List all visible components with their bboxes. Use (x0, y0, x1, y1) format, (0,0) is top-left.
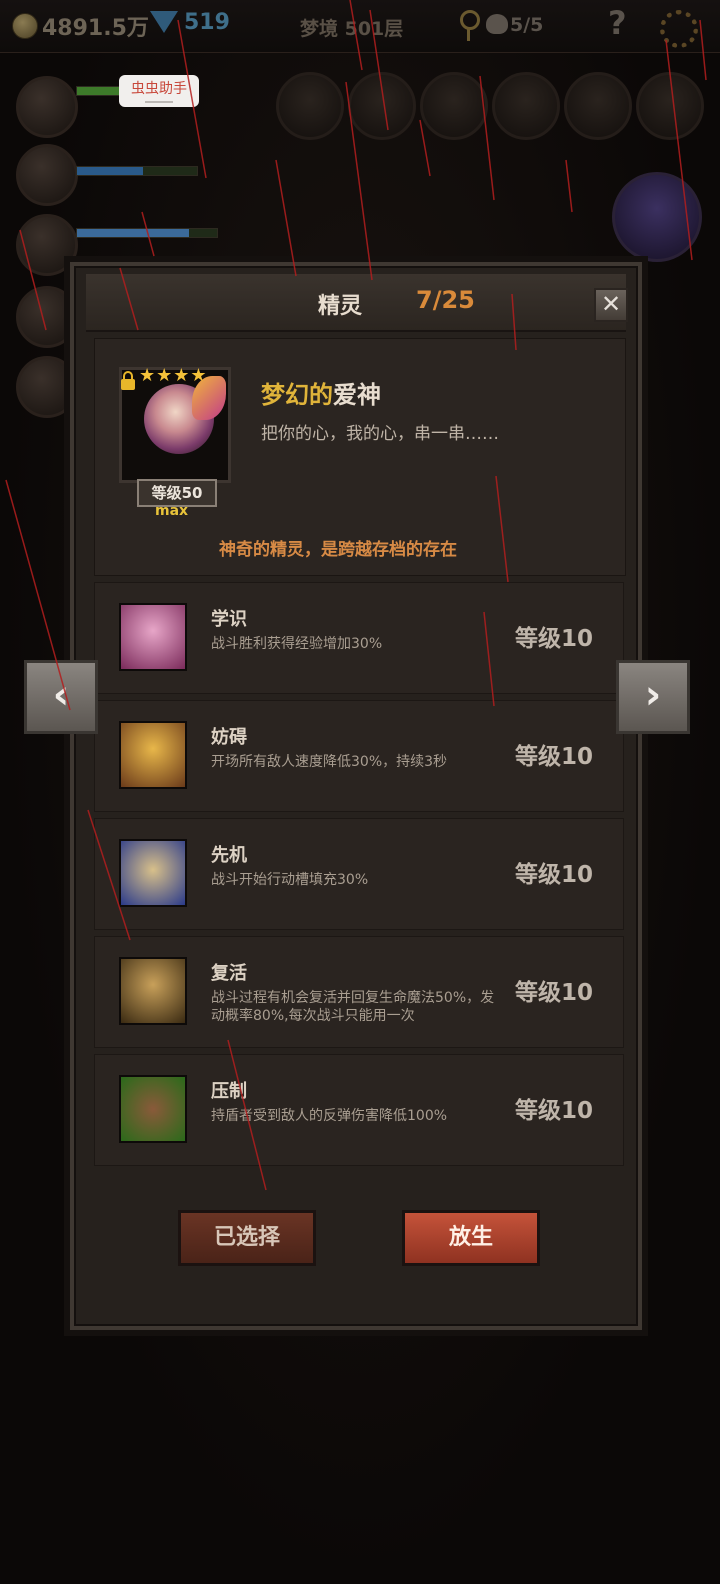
panel-title: 精灵 (318, 294, 363, 319)
skill-slot[interactable] (636, 72, 704, 140)
skill-level: 等级10 (515, 862, 594, 888)
skill-row[interactable]: 先机 战斗开始行动槽填充30% 等级10 (94, 818, 624, 930)
monk-face-icon (119, 603, 187, 671)
skill-name: 复活 (211, 963, 247, 984)
sprite-name-main: 爱神 (333, 381, 381, 409)
lock-icon[interactable] (121, 371, 135, 390)
diamond-icon (150, 11, 178, 33)
sprite-info: ★★★★ 等级50 max 梦幻的爱神 把你的心，我的心，串一串…… 神奇的精灵… (94, 338, 626, 576)
release-button[interactable]: 放生 (402, 1210, 540, 1266)
skill-slot[interactable] (492, 72, 560, 140)
party-avatar[interactable] (16, 286, 78, 348)
skill-row[interactable]: 学识 战斗胜利获得经验增加30% 等级10 (94, 582, 624, 694)
gold-coin-icon (12, 13, 38, 39)
skill-name: 压制 (211, 1081, 247, 1102)
help-button[interactable]: ? (608, 4, 627, 42)
revive-figure-icon (119, 957, 187, 1025)
sprite-avatar[interactable] (612, 172, 702, 262)
skill-name: 先机 (211, 845, 247, 866)
skill-name: 学识 (211, 609, 247, 630)
sprite-description: 把你的心，我的心，串一串…… (261, 424, 499, 444)
beast-claw-icon (119, 1075, 187, 1143)
sprite-name: 梦幻的爱神 (261, 375, 381, 410)
gold-amount: 4891.5万 (42, 16, 149, 41)
close-button[interactable]: ✕ (594, 288, 628, 322)
skill-level: 等级10 (515, 626, 594, 652)
skill-row[interactable]: 妨碍 开场所有敌人速度降低30%，持续3秒 等级10 (94, 700, 624, 812)
skill-row[interactable]: 复活 战斗过程有机会复活并回复生命魔法50%，发动概率80%,每次战斗只能用一次… (94, 936, 624, 1048)
skull-count: 5/5 (510, 14, 544, 36)
sprite-panel: 精灵 7/25 ✕ ★★★★ 等级50 max 梦幻的爱神 把你的心，我的心，串… (70, 262, 642, 1330)
skill-desc: 持盾者受到敌人的反弹伤害降低100% (211, 1108, 448, 1124)
star-rating: ★★★★ (139, 365, 208, 386)
helper-badge[interactable]: 虫虫助手 (119, 75, 199, 107)
gear-icon[interactable] (660, 10, 698, 48)
skill-slot[interactable] (348, 72, 416, 140)
sprite-count: 7/25 (416, 286, 475, 314)
dream-level: 梦境 501层 (300, 18, 404, 40)
party-avatar[interactable] (16, 356, 78, 418)
key-icon (460, 10, 480, 41)
skill-level: 等级10 (515, 744, 594, 770)
skill-level: 等级10 (515, 1098, 594, 1124)
party-avatar[interactable] (16, 76, 78, 138)
skill-desc: 战斗过程有机会复活并回复生命魔法50%，发动概率80%,每次战斗只能用一次 (211, 990, 495, 1024)
skill-level: 等级10 (515, 980, 594, 1006)
skull-icon (486, 14, 508, 34)
prev-arrow-button[interactable]: ‹ (24, 660, 98, 734)
skill-desc: 战斗胜利获得经验增加30% (211, 636, 383, 652)
next-arrow-button[interactable]: › (616, 660, 690, 734)
leopard-icon (119, 839, 187, 907)
party-avatar[interactable] (16, 144, 78, 206)
sprite-note: 神奇的精灵，是跨越存档的存在 (219, 540, 457, 560)
max-label: max (155, 503, 189, 519)
chained-boot-icon (119, 721, 187, 789)
skill-desc: 战斗开始行动槽填充30% (211, 872, 369, 888)
skill-desc: 开场所有敌人速度降低30%，持续3秒 (211, 754, 448, 770)
hp-bar (76, 228, 218, 238)
skill-row[interactable]: 压制 持盾者受到敌人的反弹伤害降低100% 等级10 (94, 1054, 624, 1166)
hp-bar (76, 166, 198, 176)
gem-amount: 519 (184, 10, 230, 35)
top-bar: 4891.5万 519 梦境 501层 5/5 ? (0, 0, 720, 53)
skill-slot[interactable] (276, 72, 344, 140)
selected-button[interactable]: 已选择 (178, 1210, 316, 1266)
sprite-name-prefix: 梦幻的 (261, 381, 333, 409)
skill-slot[interactable] (420, 72, 488, 140)
skill-slot[interactable] (564, 72, 632, 140)
panel-header: 精灵 7/25 ✕ (86, 274, 628, 332)
party-avatar[interactable] (16, 214, 78, 276)
skill-name: 妨碍 (211, 727, 247, 748)
